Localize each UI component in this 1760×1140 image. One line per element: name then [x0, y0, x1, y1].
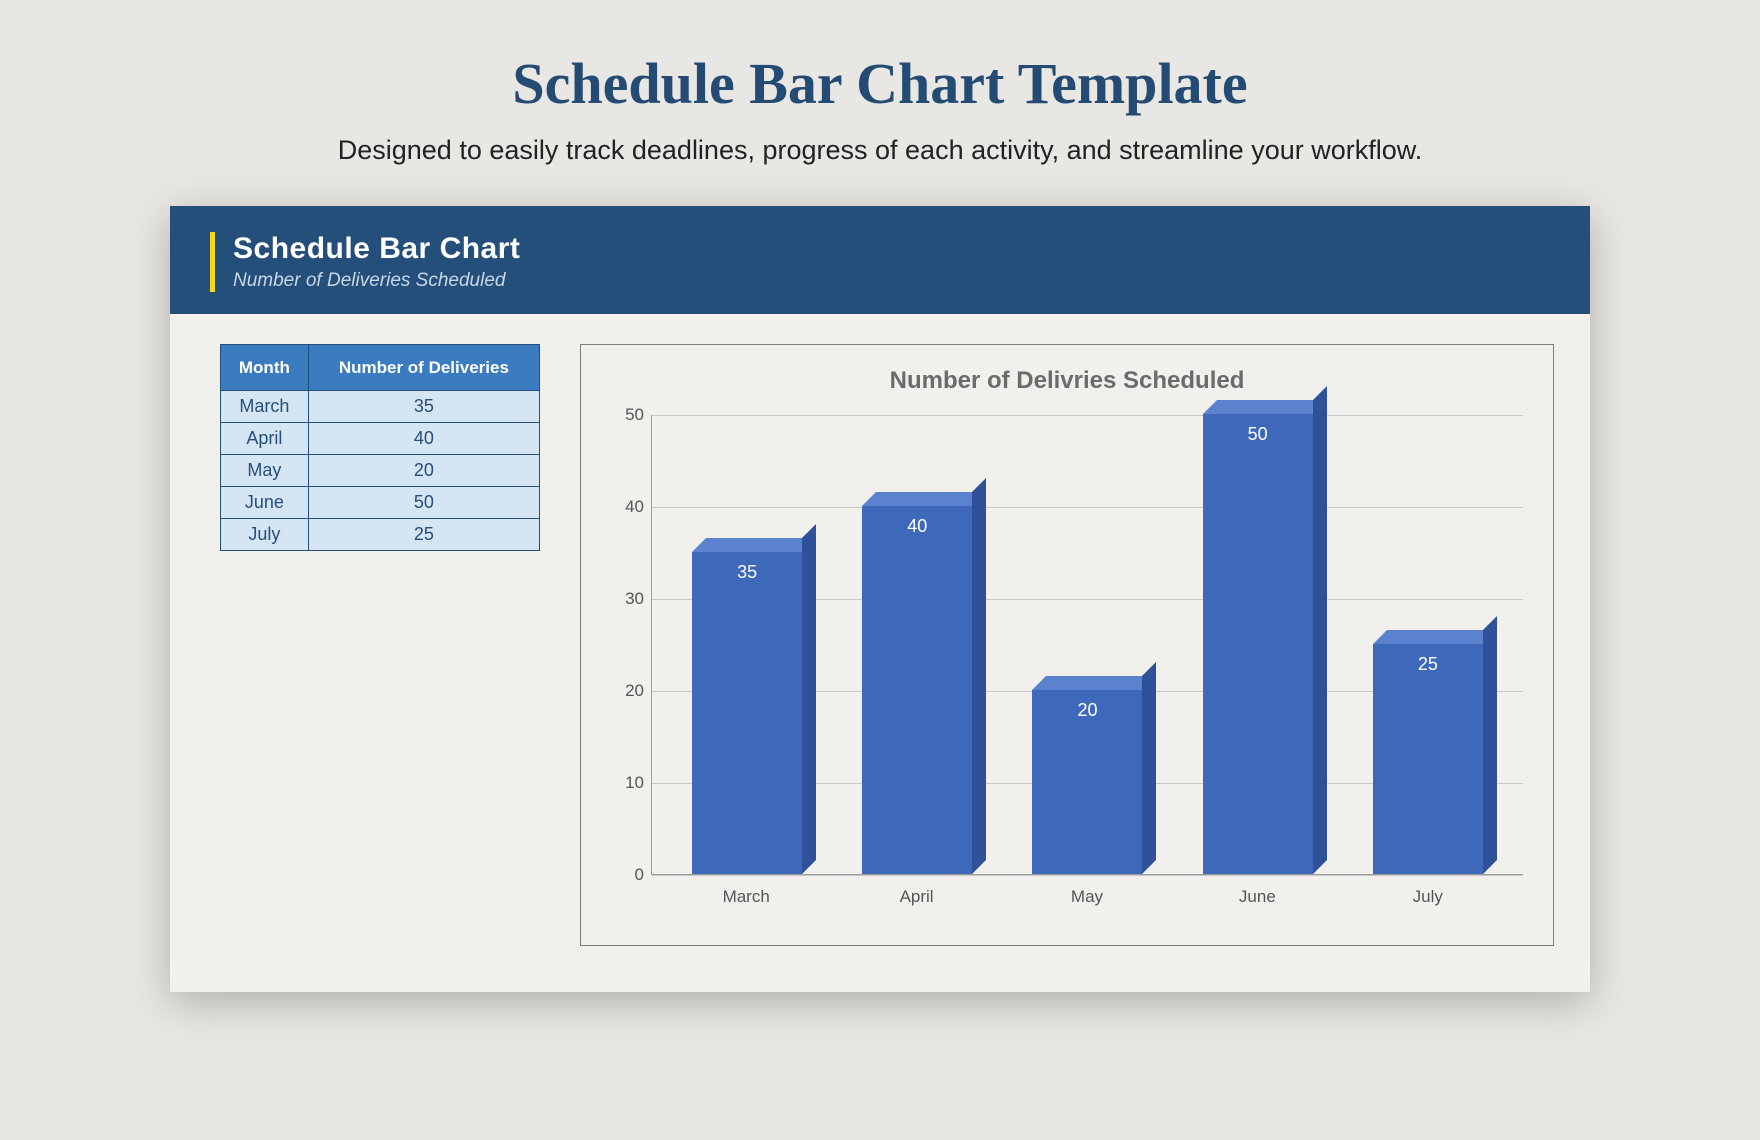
table-cell-value: 40 — [308, 423, 539, 455]
bar-value-label: 40 — [862, 516, 972, 537]
grid-line — [652, 875, 1523, 876]
table-row: May 20 — [221, 455, 540, 487]
chart-panel: Number of Delivries Scheduled 0 10 20 30 40 5… — [580, 344, 1554, 946]
bar-top — [1032, 676, 1156, 690]
bar-value-label: 50 — [1203, 424, 1313, 445]
table-cell-month: March — [221, 391, 309, 423]
table-row: March 35 — [221, 391, 540, 423]
table-cell-month: July — [221, 519, 309, 551]
table-header-value: Number of Deliveries — [308, 345, 539, 391]
table-cell-month: June — [221, 487, 309, 519]
bar: 40 — [862, 506, 972, 874]
bar-value-label: 20 — [1032, 700, 1142, 721]
bar-side — [972, 478, 986, 874]
chart-plot: 010203040503540205025 MarchAprilMayJuneJ… — [651, 415, 1523, 935]
card-subtitle: Number of Deliveries Scheduled — [233, 270, 1550, 292]
bar: 50 — [1203, 414, 1313, 874]
bar-slot: 40 — [857, 506, 977, 874]
table-cell-value: 35 — [308, 391, 539, 423]
card-body: Month Number of Deliveries March 35 Apri… — [170, 314, 1590, 992]
card-title: Schedule Bar Chart — [233, 232, 1550, 266]
table-cell-month: May — [221, 455, 309, 487]
bar-front: 35 — [692, 552, 802, 874]
table-row: June 50 — [221, 487, 540, 519]
bar-side — [1142, 662, 1156, 874]
bar-value-label: 35 — [692, 562, 802, 583]
bar-front: 50 — [1203, 414, 1313, 874]
bar-slot: 25 — [1368, 644, 1488, 874]
bar-slot: 20 — [1027, 690, 1147, 874]
x-tick-label: July — [1368, 887, 1488, 907]
y-tick-label: 50 — [610, 405, 644, 425]
bar-side — [1483, 616, 1497, 874]
table-row: July 25 — [221, 519, 540, 551]
y-tick-label: 20 — [610, 681, 644, 701]
y-tick-label: 0 — [610, 865, 644, 885]
page-subtitle: Designed to easily track deadlines, prog… — [160, 135, 1600, 166]
table-cell-value: 25 — [308, 519, 539, 551]
bar-top — [692, 538, 816, 552]
table-cell-value: 20 — [308, 455, 539, 487]
table-cell-value: 50 — [308, 487, 539, 519]
bar-slot: 50 — [1198, 414, 1318, 874]
bar-top — [1373, 630, 1497, 644]
chart-title: Number of Delivries Scheduled — [601, 367, 1533, 395]
table-header-month: Month — [221, 345, 309, 391]
y-tick-label: 10 — [610, 773, 644, 793]
bar-side — [1313, 386, 1327, 874]
bar-front: 40 — [862, 506, 972, 874]
data-table: Month Number of Deliveries March 35 Apri… — [220, 344, 540, 551]
bar-top — [862, 492, 986, 506]
bar-side — [802, 524, 816, 874]
plot-area: 010203040503540205025 — [651, 415, 1523, 875]
template-card: Schedule Bar Chart Number of Deliveries … — [170, 206, 1590, 992]
page-title: Schedule Bar Chart Template — [160, 50, 1600, 117]
bar-slot: 35 — [687, 552, 807, 874]
y-tick-label: 30 — [610, 589, 644, 609]
bars-row: 35 40 20 50 25 — [652, 415, 1523, 874]
bar: 25 — [1373, 644, 1483, 874]
table-cell-month: April — [221, 423, 309, 455]
bar-front: 20 — [1032, 690, 1142, 874]
y-tick-label: 40 — [610, 497, 644, 517]
bar-top — [1203, 400, 1327, 414]
x-tick-label: March — [686, 887, 806, 907]
bar-front: 25 — [1373, 644, 1483, 874]
x-tick-label: June — [1197, 887, 1317, 907]
x-tick-label: April — [857, 887, 977, 907]
bar: 35 — [692, 552, 802, 874]
x-axis-labels: March April May June July — [651, 887, 1523, 907]
bar: 20 — [1032, 690, 1142, 874]
x-tick-label: May — [1027, 887, 1147, 907]
bar-value-label: 25 — [1373, 654, 1483, 675]
card-header: Schedule Bar Chart Number of Deliveries … — [170, 206, 1590, 314]
table-row: April 40 — [221, 423, 540, 455]
